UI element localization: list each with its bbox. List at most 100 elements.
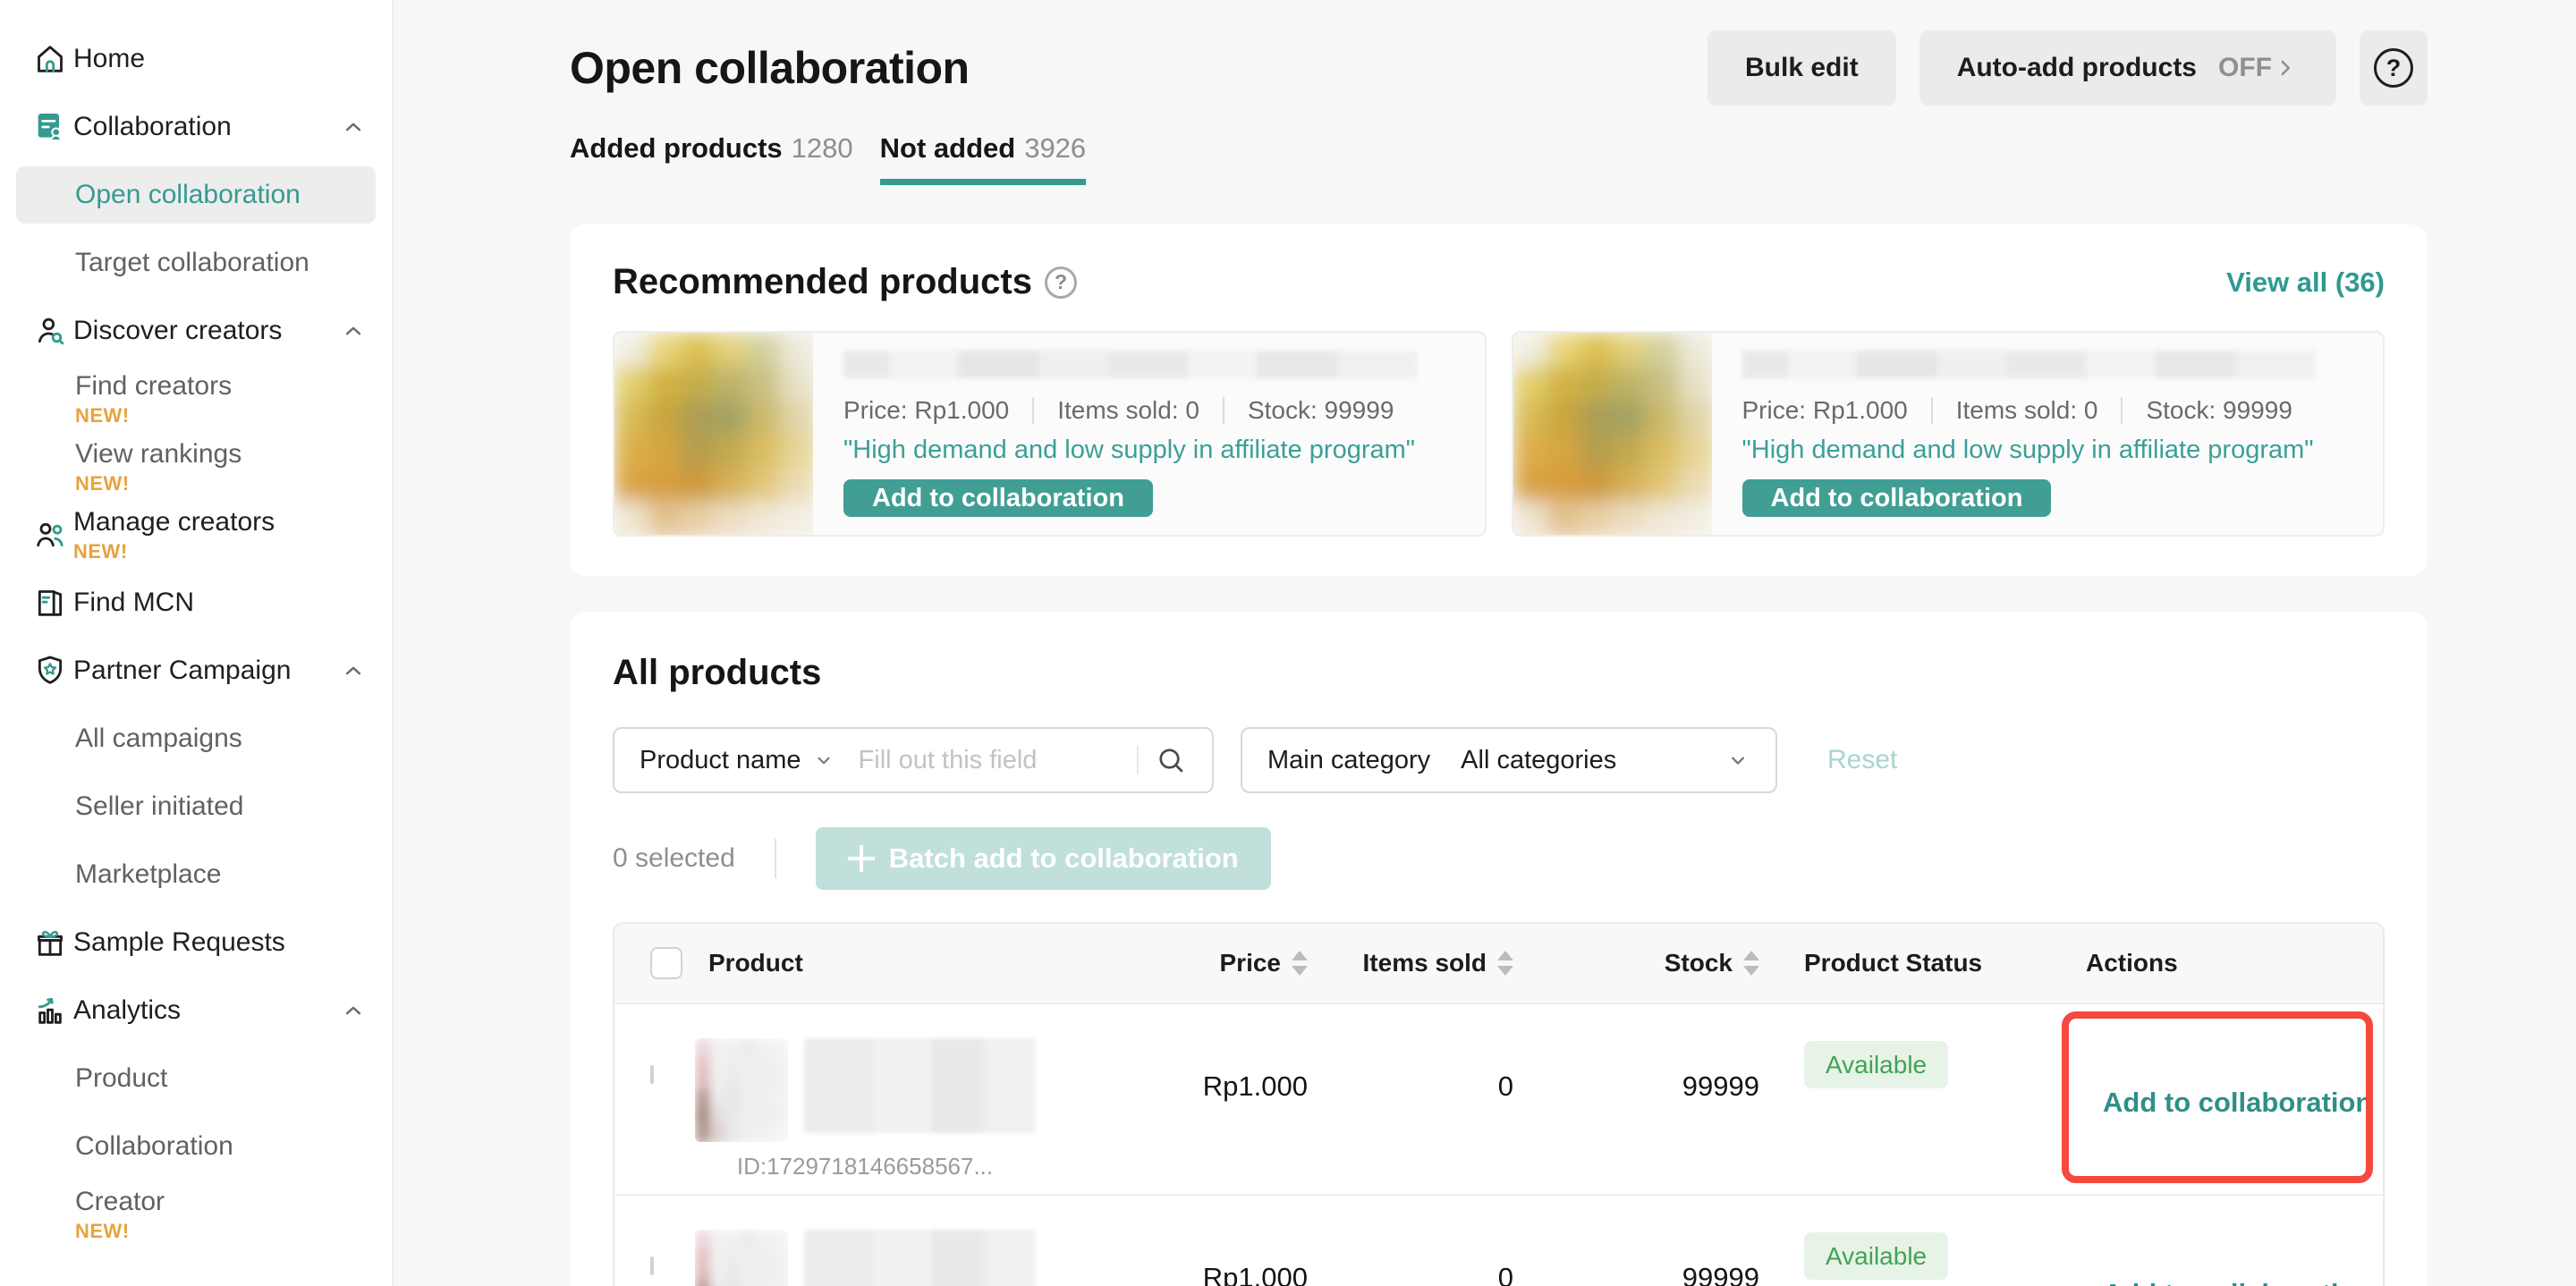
sidebar-item-view-rankings[interactable]: View rankings NEW! <box>0 433 392 501</box>
product-name-blurred <box>804 1038 1035 1133</box>
sample-requests-icon <box>32 925 68 960</box>
sidebar: Home Collaboration Open collaboration Ta… <box>0 0 394 1286</box>
category-filter-value[interactable]: All categories <box>1461 746 1616 775</box>
question-circle-icon[interactable]: ? <box>1045 267 1077 299</box>
auto-add-state: OFF <box>2218 53 2272 83</box>
sidebar-item-manage-creators[interactable]: Manage creators NEW! <box>0 501 392 569</box>
search-icon[interactable] <box>1155 744 1187 776</box>
product-image-blurred <box>614 333 813 535</box>
recommended-card: Price: Rp1.000 Items sold: 0 Stock: 9999… <box>1512 331 2385 537</box>
tab-count: 3926 <box>1024 132 1086 165</box>
sidebar-item-analytics-product[interactable]: Product <box>0 1045 392 1113</box>
table-header-row: Product Price Items sold Stock Product S… <box>614 924 2383 1003</box>
product-image-blurred <box>1513 333 1712 535</box>
sidebar-item-open-collaboration[interactable]: Open collaboration <box>16 166 376 224</box>
sidebar-item-analytics-collaboration[interactable]: Collaboration <box>0 1113 392 1180</box>
partner-campaign-icon <box>32 653 68 689</box>
table-row: Rp1.000 0 99999 Available Add to collabo… <box>614 1194 2383 1286</box>
discover-creators-icon <box>32 313 68 349</box>
sidebar-group-analytics[interactable]: Analytics <box>0 977 392 1045</box>
sidebar-item-target-collaboration[interactable]: Target collaboration <box>0 229 392 297</box>
sidebar-group-partner-campaign[interactable]: Partner Campaign <box>0 637 392 705</box>
sidebar-item-find-creators[interactable]: Find creators NEW! <box>0 365 392 433</box>
row-checkbox[interactable] <box>650 1256 654 1275</box>
product-title-blurred <box>1742 351 2317 378</box>
view-all-link[interactable]: View all (36) <box>2226 267 2385 299</box>
auto-add-products-button[interactable]: Auto-add products OFF <box>1919 30 2336 106</box>
sidebar-item-marketplace[interactable]: Marketplace <box>0 841 392 909</box>
chevron-up-icon <box>340 657 367 684</box>
category-filter-label: Main category <box>1267 746 1430 775</box>
select-all-checkbox[interactable] <box>650 947 682 979</box>
main-content: Open collaboration Bulk edit Auto-add pr… <box>394 0 2576 1286</box>
chevron-right-icon <box>2272 55 2299 81</box>
row-checkbox[interactable] <box>650 1065 654 1084</box>
search-field-selector[interactable]: Product name <box>640 746 801 775</box>
chevron-up-icon <box>340 317 367 344</box>
sort-icon[interactable] <box>1292 951 1308 976</box>
add-to-collaboration-button[interactable]: Add to collaboration <box>1742 479 2052 517</box>
price-label: Price: Rp1.000 <box>1742 396 1908 425</box>
actions-cell: Add to collaboration <box>2072 1004 2383 1119</box>
sidebar-item-home[interactable]: Home <box>0 25 392 93</box>
stock-value: 99999 <box>1536 1004 1777 1103</box>
sidebar-item-sample-requests[interactable]: Sample Requests <box>0 909 392 977</box>
product-cell: ID:1729718146658567... <box>695 1004 1142 1180</box>
new-badge: NEW! <box>75 1221 165 1241</box>
tab-not-added[interactable]: Not added 3926 <box>880 132 1087 185</box>
add-to-collaboration-button[interactable]: Add to collaboration <box>843 479 1153 517</box>
column-header-actions: Actions <box>2072 949 2383 977</box>
chevron-up-icon <box>340 114 367 140</box>
selected-count: 0 selected <box>613 843 735 874</box>
sidebar-item-analytics-creator[interactable]: Creator NEW! <box>0 1180 392 1248</box>
product-title-blurred <box>843 351 1418 378</box>
new-badge: NEW! <box>75 473 242 494</box>
status-cell: Available <box>1777 1004 2072 1079</box>
product-id: ID:1729718146658567... <box>695 1153 1035 1180</box>
batch-add-button[interactable]: Batch add to collaboration <box>816 827 1271 890</box>
add-to-collaboration-link[interactable]: Add to collaboration <box>2103 1278 2372 1286</box>
batch-action-bar: 0 selected Batch add to collaboration <box>613 827 2385 890</box>
recommended-products-panel: Recommended products ? View all (36) Pri… <box>570 224 2428 576</box>
column-header-stock: Stock <box>1536 949 1777 977</box>
items-sold-value: 0 <box>1330 1004 1536 1103</box>
filter-bar: Product name Fill out this field Main ca… <box>613 727 2385 793</box>
chevron-down-icon <box>812 749 835 772</box>
help-tips-button[interactable]: ? <box>2360 30 2428 106</box>
recommended-title: Recommended products <box>613 262 1032 302</box>
category-filter-box[interactable]: Main category All categories <box>1241 727 1777 793</box>
status-cell: Available <box>1777 1196 2072 1271</box>
stock-label: Stock: 99999 <box>1248 396 1394 425</box>
sidebar-item-all-campaigns[interactable]: All campaigns <box>0 705 392 773</box>
reset-button[interactable]: Reset <box>1827 745 1897 775</box>
sort-icon[interactable] <box>1743 951 1759 976</box>
column-header-product: Product <box>695 949 1142 977</box>
product-tabs: Added products 1280 Not added 3926 <box>570 132 2428 185</box>
chevron-up-icon <box>340 997 367 1024</box>
bulk-edit-button[interactable]: Bulk edit <box>1707 30 1896 106</box>
tab-count: 1280 <box>792 132 853 165</box>
question-lightbulb-icon: ? <box>2374 48 2413 88</box>
sort-icon[interactable] <box>1497 951 1513 976</box>
actions-cell: Add to collaboration <box>2072 1196 2383 1286</box>
search-input-placeholder[interactable]: Fill out this field <box>859 746 1038 775</box>
recommendation-reason: "High demand and low supply in affiliate… <box>1742 436 2314 465</box>
items-sold-label: Items sold: 0 <box>1057 396 1199 425</box>
sidebar-group-collaboration[interactable]: Collaboration <box>0 93 392 161</box>
product-name-blurred <box>804 1230 1035 1286</box>
sidebar-item-seller-initiated[interactable]: Seller initiated <box>0 773 392 841</box>
product-search-box[interactable]: Product name Fill out this field <box>613 727 1214 793</box>
sidebar-group-discover-creators[interactable]: Discover creators <box>0 297 392 365</box>
sidebar-item-find-mcn[interactable]: Find MCN <box>0 569 392 637</box>
tab-added-products[interactable]: Added products 1280 <box>570 132 853 185</box>
page-header: Open collaboration Bulk edit Auto-add pr… <box>570 30 2428 106</box>
all-products-panel: All products Product name Fill out this … <box>570 612 2428 1286</box>
recommended-card: Price: Rp1.000 Items sold: 0 Stock: 9999… <box>613 331 1487 537</box>
price-value: Rp1.000 <box>1142 1004 1330 1103</box>
find-mcn-icon <box>32 585 68 621</box>
column-header-items-sold: Items sold <box>1330 949 1536 977</box>
add-to-collaboration-link[interactable]: Add to collaboration <box>2103 1087 2372 1118</box>
price-value: Rp1.000 <box>1142 1196 1330 1286</box>
chevron-down-icon <box>1725 748 1750 773</box>
recommendation-reason: "High demand and low supply in affiliate… <box>843 436 1415 465</box>
